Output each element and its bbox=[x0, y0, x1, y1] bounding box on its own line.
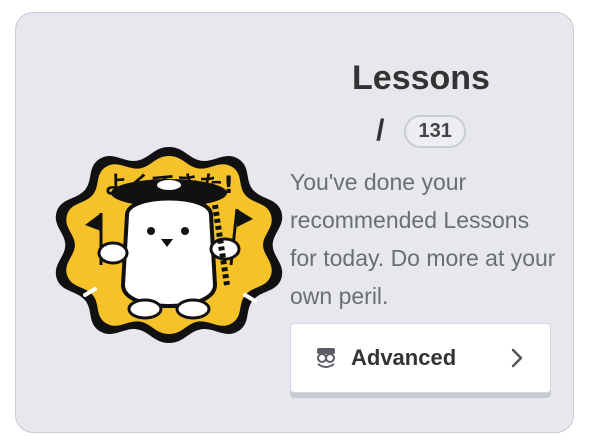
advanced-button-label: Advanced bbox=[351, 345, 457, 370]
lessons-description: You've done your recommended Lessons for… bbox=[290, 169, 556, 309]
well-done-badge-icon: よくできた! bbox=[55, 145, 283, 345]
count-separator: / bbox=[376, 114, 385, 147]
chevron-right-icon bbox=[510, 347, 524, 369]
advanced-button[interactable]: Advanced bbox=[290, 323, 551, 393]
lesson-count-badge: 131 bbox=[404, 114, 466, 148]
lesson-count-row: / 131 bbox=[291, 114, 551, 148]
crabigator-icon bbox=[313, 345, 339, 371]
lessons-card: よくできた! Less bbox=[15, 12, 574, 433]
lessons-title: Lessons bbox=[352, 59, 490, 97]
